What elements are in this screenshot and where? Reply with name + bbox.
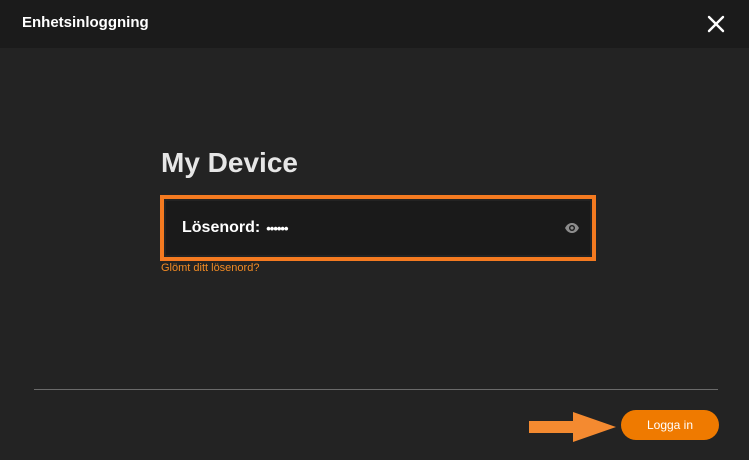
device-login-dialog: Enhetsinloggning My Device Lösenord: •••… bbox=[0, 0, 749, 460]
show-password-toggle[interactable] bbox=[564, 220, 580, 236]
eye-icon bbox=[565, 223, 579, 233]
login-button[interactable]: Logga in bbox=[621, 410, 719, 440]
close-icon bbox=[707, 15, 725, 33]
arrow-right-icon bbox=[529, 412, 616, 442]
dialog-title: Enhetsinloggning bbox=[22, 14, 149, 31]
footer-divider bbox=[34, 389, 718, 390]
password-label: Lösenord: bbox=[182, 219, 261, 236]
forgot-password-link[interactable]: Glömt ditt lösenord? bbox=[161, 262, 259, 274]
title-bar: Enhetsinloggning bbox=[0, 0, 749, 48]
close-button[interactable] bbox=[705, 13, 727, 35]
password-field[interactable]: Lösenord: •••••• bbox=[166, 201, 590, 255]
password-value[interactable]: •••••• bbox=[266, 221, 288, 236]
device-name-heading: My Device bbox=[161, 147, 298, 178]
